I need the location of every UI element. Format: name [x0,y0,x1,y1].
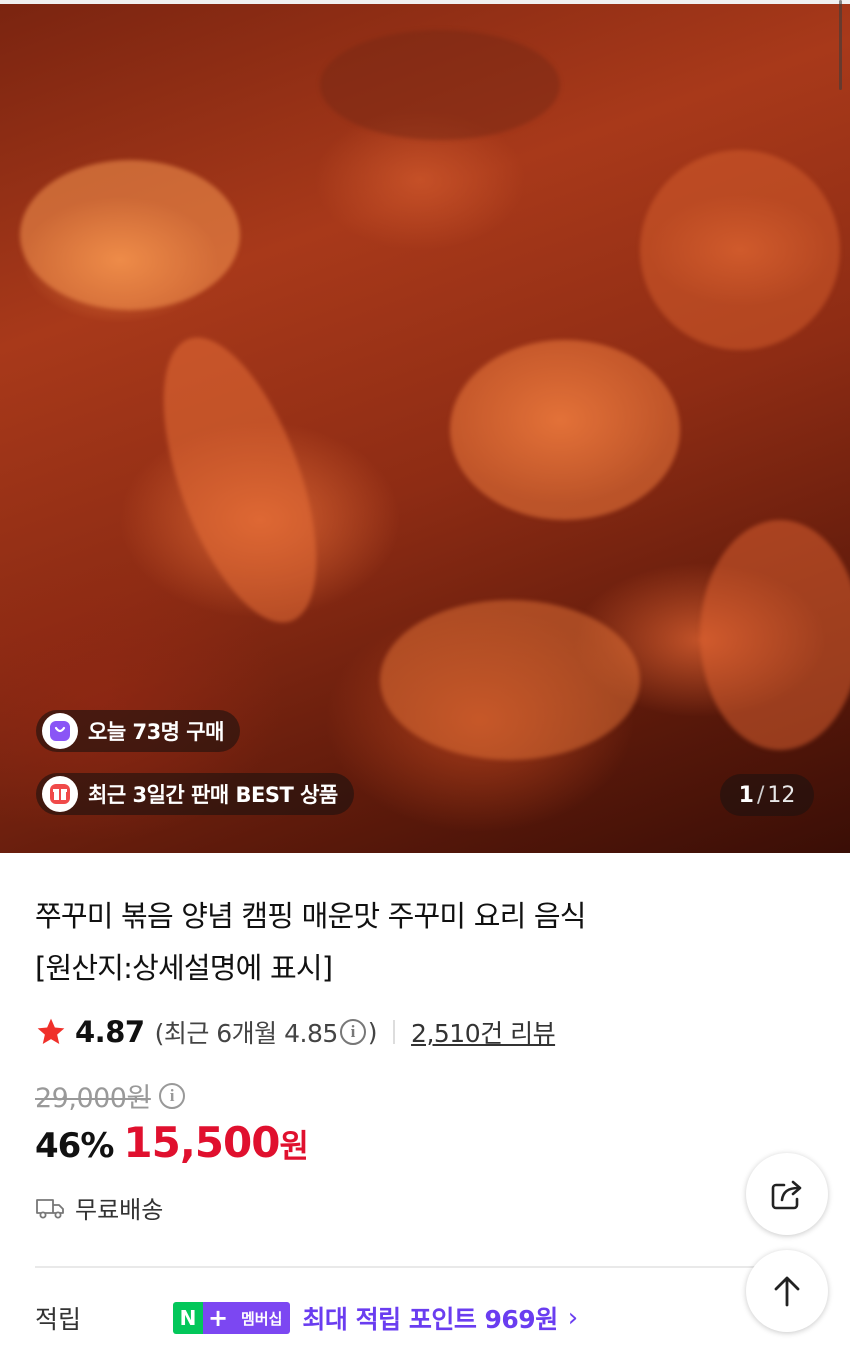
top-divider [0,0,850,4]
image-counter-total: 12 [767,782,796,808]
hero-scrollbar [839,0,842,90]
review-count-link[interactable]: 2,510건 리뷰 [411,1014,556,1050]
best-seller-text: 최근 3일간 판매 BEST 상품 [88,783,338,807]
original-price-row: 29,000원 i [35,1076,187,1115]
sale-price-row: 46% 15,500 원 [35,1118,309,1167]
product-title-line1: 쭈꾸미 볶음 양념 캠핑 매운맛 주꾸미 요리 음식 [35,899,586,933]
best-seller-badge: 최근 3일간 판매 BEST 상품 [36,773,354,815]
points-label: 적립 [35,1305,82,1334]
shipping-row: 무료배송 [35,1190,163,1225]
section-divider [35,1266,815,1268]
food-highlight [640,150,840,350]
today-purchase-badge: 오늘 73명 구매 [36,710,240,752]
share-icon [771,1180,802,1210]
naver-membership-badge: N + 멤버십 [173,1302,291,1334]
food-highlight [450,340,680,520]
scroll-to-top-button[interactable] [746,1250,828,1332]
image-counter-current: 1 [738,782,754,808]
currency-unit: 원 [279,1127,308,1165]
food-highlight [20,160,240,310]
info-icon[interactable]: i [339,1019,366,1045]
share-button[interactable] [746,1153,828,1235]
rating-row: 4.87 (최근 6개월 4.85 i ) 2,510건 리뷰 [35,1010,556,1054]
rating-divider [393,1020,396,1044]
badge-plus: + [203,1302,233,1334]
recent-rating-prefix: (최근 6개월 4.85 [154,1019,339,1048]
image-counter: 1/12 [720,774,814,816]
discount-rate: 46% [35,1126,114,1166]
rating-score: 4.87 [75,1015,145,1049]
food-highlight [132,318,348,642]
product-title: 쭈꾸미 볶음 양념 캠핑 매운맛 주꾸미 요리 음식 [원산지:상세설명에 표시… [35,890,735,994]
max-points-text: 최대 적립 포인트 969원 [302,1305,558,1334]
food-highlight [380,600,640,760]
badge-n: N [173,1302,203,1334]
star-icon [37,1018,65,1044]
today-purchase-text: 오늘 73명 구매 [88,720,224,744]
free-shipping-text: 무료배송 [75,1196,164,1224]
shopping-bag-icon [42,713,78,749]
food-highlight [700,520,850,750]
arrow-up-icon [774,1276,800,1307]
points-row[interactable]: 적립 N + 멤버십 최대 적립 포인트 969원 › [35,1300,578,1336]
price-info-icon[interactable]: i [158,1082,185,1109]
chevron-right-icon: › [567,1303,579,1333]
recent-rating-suffix: ) [367,1017,378,1047]
product-hero-image[interactable]: 오늘 73명 구매 최근 3일간 판매 BEST 상품 1/12 [0,0,850,853]
product-title-line2: [원산지:상세설명에 표시] [35,951,333,985]
original-price: 29,000원 [35,1083,151,1114]
badge-membership: 멤버십 [233,1302,291,1334]
food-shadow [320,30,560,140]
delivery-truck-icon [36,1198,64,1218]
sale-price: 15,500 [123,1118,280,1167]
gift-icon [42,776,78,812]
